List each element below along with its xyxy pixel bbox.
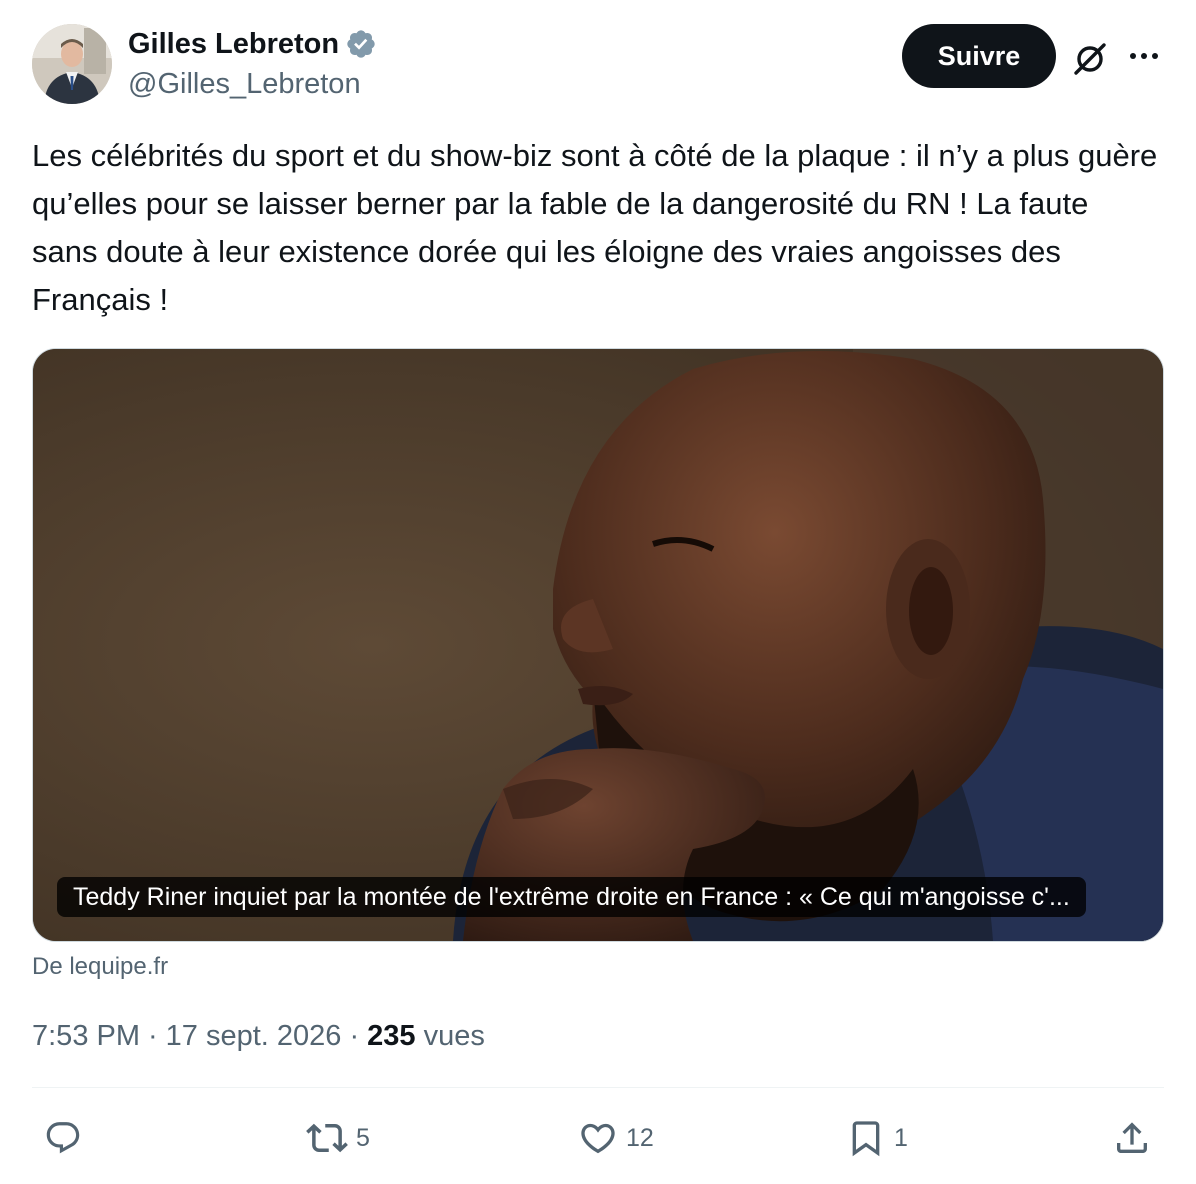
reply-icon [46, 1122, 80, 1154]
tweet-time[interactable]: 7:53 PM [32, 1018, 140, 1054]
verified-badge-icon [347, 30, 375, 58]
retweet-icon [306, 1123, 348, 1153]
divider [32, 1087, 1164, 1088]
avatar[interactable] [32, 24, 112, 104]
card-source[interactable]: De lequipe.fr [32, 952, 168, 982]
tweet-text: Les célébrités du sport et du show-biz s… [32, 138, 1166, 317]
retweet-button[interactable]: 5 [306, 1112, 370, 1164]
bookmark-button[interactable]: 1 [846, 1112, 908, 1164]
reply-button[interactable] [44, 1112, 90, 1164]
heart-icon [581, 1123, 615, 1154]
views-label: vues [423, 1020, 485, 1052]
like-button[interactable]: 12 [578, 1112, 654, 1164]
card-caption: Teddy Riner inquiet par la montée de l'e… [57, 877, 1086, 917]
meta-separator: · [148, 1020, 158, 1052]
follow-button[interactable]: Suivre [902, 24, 1056, 88]
meta-separator-2: · [349, 1020, 360, 1052]
share-icon [1117, 1122, 1147, 1153]
share-button[interactable] [1112, 1112, 1152, 1164]
bookmark-icon [852, 1121, 880, 1157]
grok-icon[interactable] [1070, 38, 1110, 78]
retweet-count: 5 [356, 1123, 370, 1152]
tweet: Gilles Lebreton @Gilles_Lebreton Suivre … [0, 0, 1196, 1184]
link-card[interactable]: Teddy Riner inquiet par la montée de l'e… [32, 348, 1164, 942]
more-options-icon[interactable] [1126, 40, 1162, 72]
tweet-date[interactable]: 17 sept. 2026 [166, 1018, 342, 1054]
tweet-meta: 7:53 PM · 17 sept. 2026 · 235 vues [32, 1018, 485, 1054]
views-count: 235 [367, 1020, 416, 1052]
like-count: 12 [626, 1123, 654, 1152]
author-handle[interactable]: @Gilles_Lebreton [128, 66, 361, 102]
author-name[interactable]: Gilles Lebreton [128, 26, 339, 62]
author-name-row[interactable]: Gilles Lebreton [128, 26, 377, 62]
avatar-image [32, 24, 112, 104]
card-image [33, 349, 1163, 941]
bookmark-count: 1 [894, 1123, 908, 1152]
action-bar: 5 12 1 [32, 1112, 1164, 1164]
